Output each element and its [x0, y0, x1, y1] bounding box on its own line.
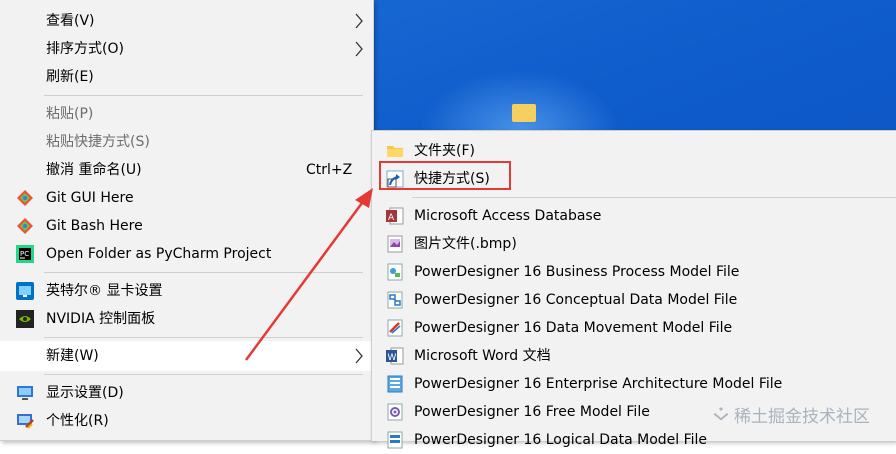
menu-item-label: 个性化(R) — [46, 413, 109, 429]
powerdesigner-fem-icon — [386, 403, 404, 421]
powerdesigner-cdm-icon — [386, 291, 404, 309]
menu-item-shortcut: Ctrl+Z — [306, 162, 353, 178]
nvidia-icon — [16, 310, 34, 328]
menu-item-sort-by[interactable]: 排序方式(O) — [0, 35, 373, 63]
powerdesigner-ldm-icon — [386, 431, 404, 449]
desktop-context-menu: 查看(V) 排序方式(O) 刷新(E) 粘贴(P) 粘贴快捷方式(S) 撤消 重… — [0, 0, 374, 441]
menu-separator — [44, 95, 363, 96]
submenu-item-pd-eam[interactable]: PowerDesigner 16 Enterprise Architecture… — [372, 370, 896, 398]
submenu-item-bmp[interactable]: 图片文件(.bmp) — [372, 230, 896, 258]
menu-item-nvidia[interactable]: NVIDIA 控制面板 — [0, 305, 373, 333]
menu-item-label: PowerDesigner 16 Logical Data Model File — [414, 432, 708, 448]
menu-item-label: PowerDesigner 16 Data Movement Model Fil… — [414, 320, 733, 336]
menu-separator — [44, 337, 363, 338]
menu-item-paste-shortcut[interactable]: 粘贴快捷方式(S) — [0, 128, 373, 156]
menu-item-label: 显示设置(D) — [46, 385, 124, 401]
menu-item-label: Open Folder as PyCharm Project — [46, 246, 272, 262]
powerdesigner-eam-icon — [386, 375, 404, 393]
word-icon: W — [386, 347, 404, 365]
desktop-folder-icon[interactable] — [512, 104, 536, 122]
folder-icon — [386, 142, 404, 160]
menu-item-undo-rename[interactable]: 撤消 重命名(U) Ctrl+Z — [0, 156, 373, 184]
display-settings-icon — [16, 384, 34, 402]
submenu-item-word[interactable]: W Microsoft Word 文档 — [372, 342, 896, 370]
submenu-item-pd-dmm[interactable]: PowerDesigner 16 Data Movement Model Fil… — [372, 314, 896, 342]
menu-item-label: PowerDesigner 16 Enterprise Architecture… — [414, 376, 783, 392]
chevron-right-icon — [352, 341, 366, 369]
menu-item-label: 粘贴快捷方式(S) — [46, 134, 150, 150]
menu-item-label: PowerDesigner 16 Conceptual Data Model F… — [414, 292, 738, 308]
menu-item-refresh[interactable]: 刷新(E) — [0, 63, 373, 91]
svg-text:PC: PC — [20, 250, 29, 258]
git-diamond-icon — [16, 189, 34, 207]
submenu-item-access-db[interactable]: A Microsoft Access Database — [372, 202, 896, 230]
menu-separator — [412, 197, 896, 198]
menu-item-view[interactable]: 查看(V) — [0, 7, 373, 35]
bitmap-icon — [386, 235, 404, 253]
menu-item-display-settings[interactable]: 显示设置(D) — [0, 379, 373, 407]
access-icon: A — [386, 207, 404, 225]
menu-item-label: 新建(W) — [46, 348, 99, 364]
menu-item-label: Git Bash Here — [46, 218, 143, 234]
watermark-text: 稀土掘金技术社区 — [734, 407, 870, 427]
menu-item-pycharm[interactable]: PC Open Folder as PyCharm Project — [0, 240, 373, 268]
personalize-icon — [16, 412, 34, 430]
powerdesigner-dmm-icon — [386, 319, 404, 337]
menu-item-label: 英特尔® 显卡设置 — [46, 283, 163, 299]
menu-item-label: 查看(V) — [46, 13, 95, 29]
menu-item-personalize[interactable]: 个性化(R) — [0, 407, 373, 435]
menu-item-intel-graphics[interactable]: 英特尔® 显卡设置 — [0, 277, 373, 305]
submenu-item-pd-bpm[interactable]: PowerDesigner 16 Business Process Model … — [372, 258, 896, 286]
menu-item-paste[interactable]: 粘贴(P) — [0, 100, 373, 128]
menu-item-label: Git GUI Here — [46, 190, 134, 206]
menu-item-git-bash[interactable]: Git Bash Here — [0, 212, 373, 240]
submenu-item-pd-ldm[interactable]: PowerDesigner 16 Logical Data Model File — [372, 426, 896, 454]
menu-item-label: Microsoft Access Database — [414, 208, 602, 224]
chevron-right-icon — [352, 7, 366, 35]
powerdesigner-bpm-icon — [386, 263, 404, 281]
menu-item-label: PowerDesigner 16 Business Process Model … — [414, 264, 740, 280]
svg-text:W: W — [388, 353, 397, 363]
menu-separator — [44, 272, 363, 273]
menu-item-git-gui[interactable]: Git GUI Here — [0, 184, 373, 212]
menu-separator — [44, 374, 363, 375]
menu-item-label: 刷新(E) — [46, 69, 94, 85]
git-diamond-icon — [16, 217, 34, 235]
pycharm-icon: PC — [16, 245, 34, 263]
menu-item-label: 排序方式(O) — [46, 41, 124, 57]
submenu-item-pd-cdm[interactable]: PowerDesigner 16 Conceptual Data Model F… — [372, 286, 896, 314]
menu-item-label: 图片文件(.bmp) — [414, 236, 517, 252]
svg-text:A: A — [388, 213, 395, 223]
menu-item-label: NVIDIA 控制面板 — [46, 311, 156, 327]
menu-item-label: 粘贴(P) — [46, 106, 94, 122]
menu-item-label: 撤消 重命名(U) — [46, 162, 142, 178]
juejin-logo-icon — [713, 407, 728, 421]
menu-item-label: Microsoft Word 文档 — [414, 348, 551, 364]
annotation-highlight-box — [379, 161, 511, 190]
menu-item-label: PowerDesigner 16 Free Model File — [414, 404, 650, 420]
menu-item-new[interactable]: 新建(W) — [0, 341, 373, 371]
intel-graphics-icon — [16, 282, 34, 300]
chevron-right-icon — [352, 35, 366, 63]
